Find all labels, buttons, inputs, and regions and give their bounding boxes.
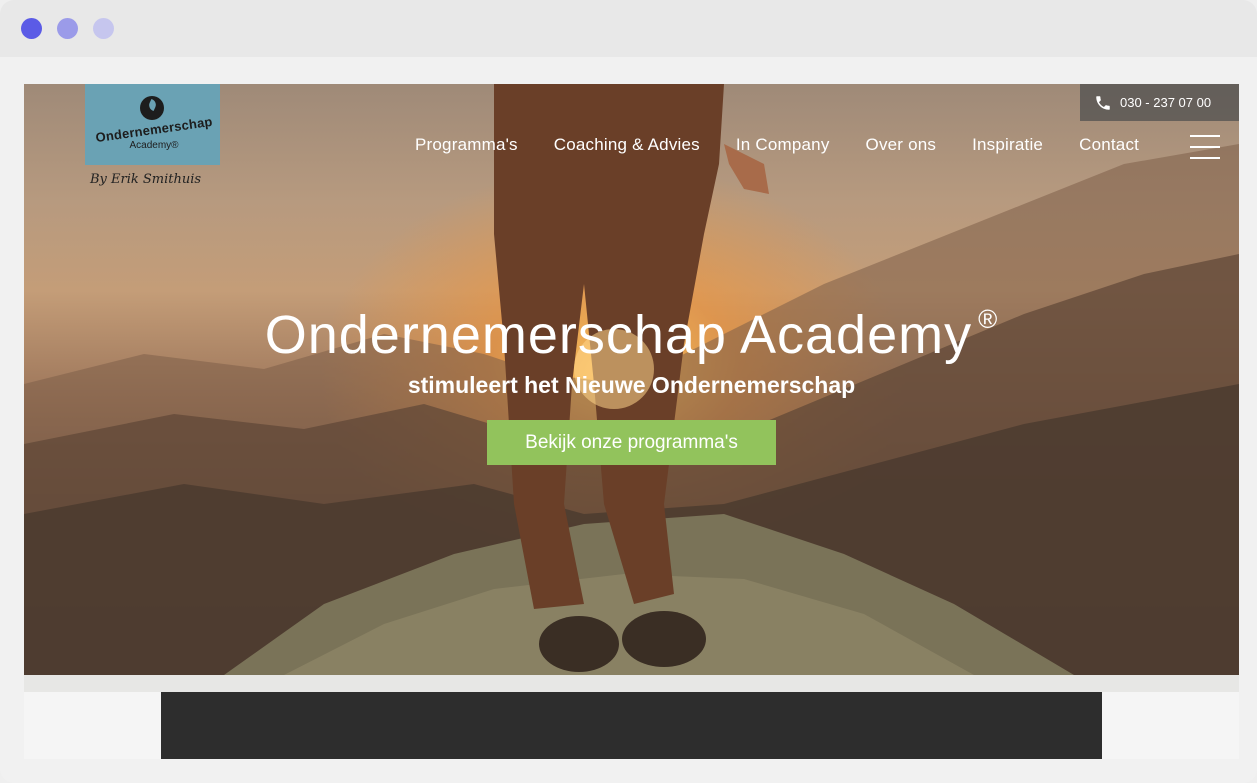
page-viewport: 030 - 237 07 00 Ondernemerschap Academy®… (24, 84, 1239, 759)
phone-contact-bar[interactable]: 030 - 237 07 00 (1080, 84, 1239, 121)
logo-byline: By Erik Smithuis (90, 172, 202, 187)
nav-item-programmas[interactable]: Programma's (415, 135, 518, 159)
browser-window: 030 - 237 07 00 Ondernemerschap Academy®… (0, 0, 1257, 783)
logo-text-sub: Academy® (129, 140, 179, 151)
nav-item-over-ons[interactable]: Over ons (866, 135, 937, 159)
section-divider (24, 675, 1239, 692)
nav-item-in-company[interactable]: In Company (736, 135, 830, 159)
phone-icon (1096, 95, 1110, 110)
registered-mark: ® (978, 304, 999, 334)
hero-subtitle: stimuleert het Nieuwe Ondernemerschap (407, 372, 856, 398)
hero-title-text: Ondernemerschap Academy (264, 305, 973, 365)
hamburger-menu-icon[interactable] (1190, 135, 1220, 159)
video-block[interactable] (161, 692, 1102, 759)
minimize-window-button[interactable] (57, 18, 78, 39)
view-programs-button[interactable]: Bekijk onze programma's (487, 420, 776, 465)
hero-section: 030 - 237 07 00 Ondernemerschap Academy®… (24, 84, 1239, 675)
nav-item-inspiratie[interactable]: Inspiratie (972, 135, 1043, 159)
nav-item-coaching-advies[interactable]: Coaching & Advies (554, 135, 700, 159)
close-window-button[interactable] (21, 18, 42, 39)
logo-mark-icon (140, 96, 164, 120)
site-logo[interactable]: Ondernemerschap Academy® (85, 84, 220, 165)
hero-title: Ondernemerschap Academy ® (24, 304, 1239, 366)
nav-item-contact[interactable]: Contact (1079, 135, 1139, 159)
main-navigation: Programma's Coaching & Advies In Company… (415, 135, 1175, 159)
title-bar (0, 0, 1257, 57)
maximize-window-button[interactable] (93, 18, 114, 39)
phone-number: 030 - 237 07 00 (1120, 95, 1212, 110)
